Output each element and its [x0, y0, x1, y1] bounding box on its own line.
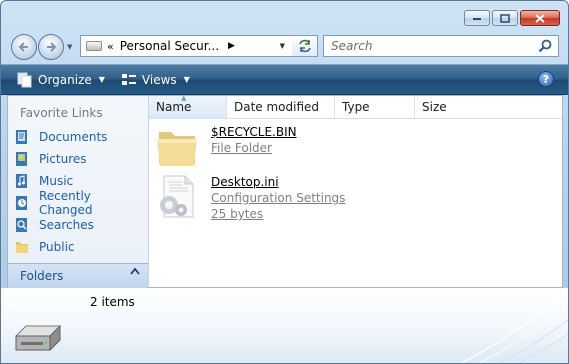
column-header-label: Type [342, 100, 370, 114]
views-button[interactable]: Views ▼ [115, 65, 196, 94]
organize-icon [17, 72, 32, 87]
content-area: Favorite Links Documents Pictures Music … [7, 94, 563, 288]
breadcrumb-arrow[interactable]: ▶ [228, 41, 235, 51]
back-button[interactable] [11, 34, 37, 60]
address-dropdown[interactable]: ▼ [280, 42, 285, 50]
recently-changed-icon [14, 195, 30, 211]
file-meta: $RECYCLE.BIN File Folder [211, 124, 297, 174]
views-icon [121, 73, 136, 85]
column-header-name[interactable]: ▲ Name [149, 94, 227, 118]
nav-item-label: Music [39, 174, 74, 188]
breadcrumb-item[interactable]: Personal Secur... [120, 39, 219, 53]
forward-button[interactable] [38, 34, 64, 60]
column-header-type[interactable]: Type [335, 96, 415, 118]
nav-item-documents[interactable]: Documents [14, 126, 148, 148]
folder-icon [157, 132, 197, 166]
drive-icon [15, 324, 61, 352]
organize-dropdown-arrow: ▼ [98, 75, 105, 84]
column-header-size[interactable]: Size [415, 96, 475, 118]
favorite-links-heading: Favorite Links [20, 106, 103, 120]
chevron-up-icon [130, 267, 140, 278]
caption-buttons [464, 10, 560, 26]
favorite-links-list: Documents Pictures Music Recently Change… [14, 126, 148, 258]
organize-button[interactable]: Organize ▼ [11, 65, 111, 94]
searches-icon [14, 217, 30, 233]
explorer-window: ▼ « Personal Secur... ▶ ▼ Organize ▼ [0, 0, 569, 364]
folders-label: Folders [20, 269, 64, 283]
file-name[interactable]: Desktop.ini [211, 174, 345, 190]
column-header-label: Date modified [234, 100, 320, 114]
nav-item-label: Pictures [39, 152, 87, 166]
nav-item-searches[interactable]: Searches [14, 214, 148, 236]
column-header-label: Size [422, 100, 447, 114]
refresh-icon [298, 39, 311, 53]
drive-icon [86, 41, 102, 51]
navigation-pane: Favorite Links Documents Pictures Music … [8, 96, 149, 288]
views-label: Views [141, 72, 177, 87]
close-icon [535, 13, 545, 23]
background-swoosh [460, 291, 568, 363]
back-arrow-icon [18, 42, 28, 52]
item-count: 2 items [90, 295, 135, 309]
nav-item-recently-changed[interactable]: Recently Changed [14, 189, 148, 217]
documents-icon [14, 129, 30, 145]
search-icon[interactable] [538, 39, 552, 53]
details-pane: 2 items [1, 288, 568, 363]
search-input[interactable] [329, 38, 533, 54]
column-header-date[interactable]: Date modified [227, 96, 335, 118]
file-item[interactable]: $RECYCLE.BIN File Folder [155, 124, 297, 174]
file-meta: Desktop.ini Configuration Settings 25 by… [211, 174, 345, 224]
nav-item-pictures[interactable]: Pictures [14, 148, 148, 170]
sort-ascending-icon: ▲ [181, 94, 187, 102]
command-bar: Organize ▼ Views ▼ ? [1, 64, 568, 95]
close-button[interactable] [520, 10, 560, 26]
search-box[interactable] [323, 35, 559, 57]
pictures-icon [14, 151, 30, 167]
column-header-row: ▲ Name Date modified Type Size [149, 94, 562, 119]
nav-item-label: Public [39, 240, 75, 254]
recent-pages-dropdown[interactable]: ▼ [67, 43, 72, 51]
public-folder-icon [14, 239, 30, 255]
views-dropdown-arrow: ▼ [183, 75, 190, 84]
breadcrumb-overflow[interactable]: « [107, 40, 114, 53]
file-item[interactable]: Desktop.ini Configuration Settings 25 by… [155, 174, 345, 224]
minimize-button[interactable] [464, 10, 490, 26]
maximize-button[interactable] [492, 10, 518, 26]
address-bar[interactable]: « Personal Secur... ▶ ▼ [80, 35, 318, 57]
minimize-icon [473, 18, 481, 20]
help-icon[interactable]: ? [538, 71, 554, 87]
file-type: File Folder [211, 141, 272, 155]
nav-item-label: Documents [39, 130, 108, 144]
refresh-button[interactable] [292, 35, 318, 57]
column-header-label: Name [156, 100, 192, 114]
music-icon [14, 173, 30, 189]
file-size: 25 bytes [211, 207, 264, 221]
file-list-pane: ▲ Name Date modified Type Size $RECYCLE.… [149, 94, 562, 287]
nav-item-public[interactable]: Public [14, 236, 148, 258]
organize-label: Organize [38, 72, 92, 87]
settings-file-icon [160, 175, 194, 218]
file-type: Configuration Settings [211, 191, 346, 205]
forward-arrow-icon [47, 42, 57, 52]
nav-item-label: Searches [39, 218, 94, 232]
nav-item-label: Recently Changed [38, 189, 93, 217]
maximize-icon [500, 13, 510, 23]
folders-toggle[interactable]: Folders [8, 263, 148, 288]
file-name[interactable]: $RECYCLE.BIN [211, 124, 297, 140]
